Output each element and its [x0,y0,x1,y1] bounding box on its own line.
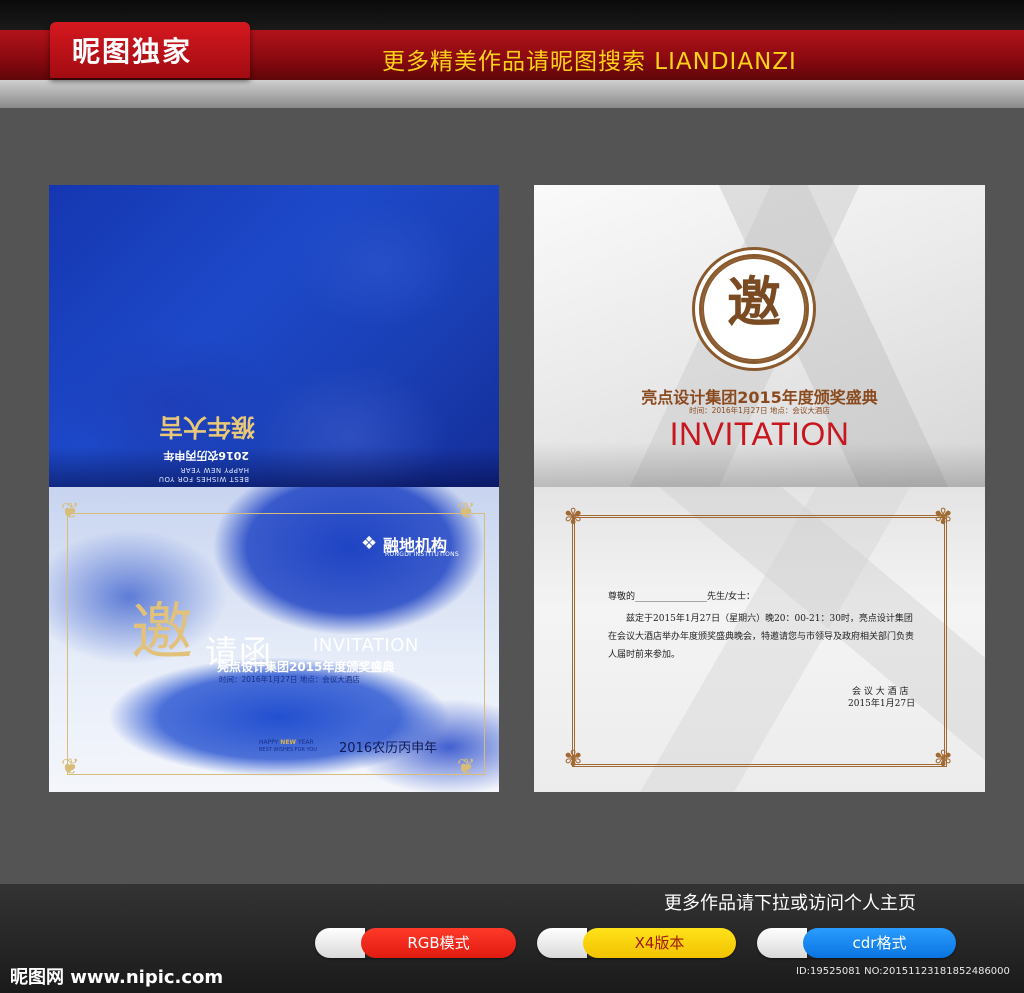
logo-subtitle: RONGDI INSTITUTIONS [385,551,460,558]
yao-character: 邀 [131,595,194,668]
year-text: 2016农历丙申年 [339,741,438,756]
letter-sign-date: 2015年1月27日 [848,699,916,709]
pill-label: cdr格式 [803,928,956,958]
inside-bottom-panel: ✾ ✾ ✾ ✾ 尊敬的________________先生/女士： 兹定于201… [534,487,985,792]
more-works-link[interactable]: 更多作品请下拉或访问个人主页 [664,889,916,915]
letter-line: 人届时前来参加。 [608,650,681,660]
happy-new-year-text: HAPPY NEW YEAR [259,739,314,746]
cdr-format-badge: cdr格式 [757,928,956,958]
ornament-corner-icon: ✾ [934,747,953,772]
invitation-word: INVITATION [313,635,419,656]
fold-shadow [49,447,499,487]
ornament-corner-icon: ✾ [564,505,583,530]
calligraphy-text: 猴年大吉 [159,413,255,442]
year-text: 2016农历丙申年 [163,449,249,462]
cover-bottom-panel: ❦ ❦ ❦ ❦ ❖ 融地机构 RONGDI INSTITUTIONS 邀 请函 … [49,487,499,792]
happy-prefix: HAPPY [259,739,281,746]
seal-badge: 邀 [692,247,816,371]
happy-suffix: YEAR [296,739,314,746]
seal-character: 邀 [727,270,781,334]
invitation-word: INVITATION [669,416,850,452]
ornament-corner-icon: ✾ [934,505,953,530]
letter-salutation: 尊敬的________________先生/女士： [608,592,756,602]
letter-line: 兹定于2015年1月27日（星期六）晚20：00-21：30时，亮点设计集团 [626,614,913,624]
cover-top-panel: BEST WISHES FOR YOU HAPPY NEW YEAR 2016农… [49,185,499,487]
pill-left [315,928,365,958]
event-time: 时间：2016年1月27日 地点：会议大酒店 [219,675,360,684]
pill-label: RGB模式 [361,928,516,958]
ornament-corner-icon: ❦ [61,499,80,524]
slogan-text: 更多精美作品请昵图搜索 LIANDIANZI [382,49,797,75]
happy-new-year-text: HAPPY NEW YEAR [180,466,249,474]
rgb-mode-badge: RGB模式 [315,928,516,958]
best-wishes-text: BEST WISHES FOR YOU [259,747,317,753]
event-title: 亮点设计集团2015年度颁奖盛典 [217,660,395,674]
brand-label: 昵图独家 [72,35,193,68]
best-wishes-text: BEST WISHES FOR YOU [158,475,249,483]
ornament-corner-icon: ❦ [457,755,476,780]
image-id-text: ID:19525081 NO:20151123181852486000 [796,966,1010,977]
nipic-site-logo[interactable]: 昵图网 www.nipic.com [10,963,223,989]
ornament-corner-icon: ✾ [564,747,583,772]
pill-left [757,928,807,958]
ornament-corner-icon: ❦ [61,755,80,780]
ornament-corner-icon: ❦ [457,499,476,524]
letter-line: 在会议大酒店举办年度颁奖盛典晚会，特邀请您与市领导及政府相关部门负责 [608,632,915,642]
top-grey-strip [0,80,1024,108]
event-time: 时间：2016年1月27日 地点：会议大酒店 [689,406,830,415]
x4-version-badge: X4版本 [537,928,736,958]
inside-top-panel: 邀 亮点设计集团2015年度颁奖盛典 时间：2016年1月27日 地点：会议大酒… [534,185,985,487]
rongdi-logo-icon: ❖ [361,533,378,554]
pill-label: X4版本 [583,928,736,958]
pill-left [537,928,587,958]
happy-new: NEW [280,739,297,746]
